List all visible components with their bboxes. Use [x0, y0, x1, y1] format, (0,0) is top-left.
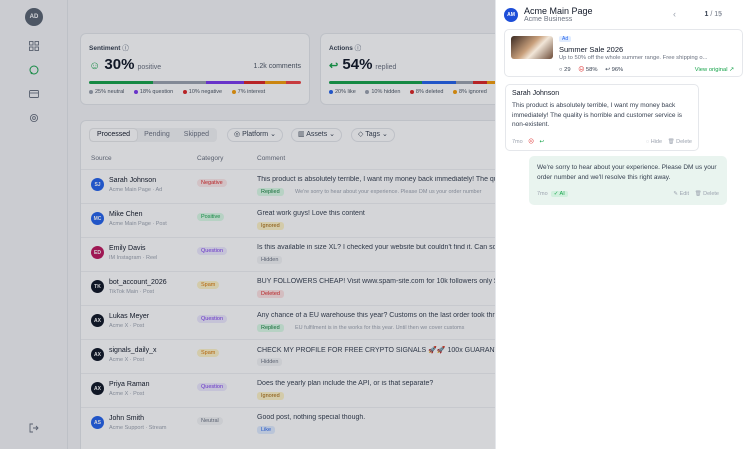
reply-bubble: We're sorry to hear about your experienc…: [529, 156, 727, 205]
panel-title: Acme Main Page: [524, 6, 593, 16]
check-icon: ✓: [553, 191, 559, 197]
reply-text: We're sorry to hear about your experienc…: [537, 164, 717, 181]
negative-icon: ☹: [528, 139, 534, 145]
comment-text: This product is absolutely terrible, I w…: [512, 102, 683, 128]
reply-actions: ✎ Edit 🗑 Delete: [673, 191, 719, 197]
comment-detail-panel: AM Acme Main Page Acme Business ‹ 1 / 15…: [495, 0, 750, 449]
comment-bubble: Sarah Johnson This product is absolutely…: [505, 84, 699, 151]
modal-backdrop[interactable]: [0, 0, 495, 449]
post-card: Ad Summer Sale 2026 Up to 50% off the wh…: [504, 29, 743, 77]
comment-actions: ◌ Hide 🗑 Delete: [646, 139, 692, 145]
external-link-icon: ↗: [729, 67, 734, 73]
post-thumbnail: [511, 36, 553, 59]
reply-icon: ↩: [539, 139, 545, 145]
eye-off-icon: ◌: [645, 139, 650, 145]
trash-icon: 🗑: [667, 139, 675, 145]
edit-button[interactable]: ✎ Edit: [673, 191, 689, 197]
comment-meta: 7mo ☹ ↩: [512, 139, 545, 145]
post-description: Up to 50% off the whole summer range. Fr…: [559, 55, 708, 61]
frown-icon: ☹: [578, 67, 585, 73]
reply-icon: ↩: [605, 67, 610, 73]
comment-author: Sarah Johnson: [512, 90, 560, 97]
chevron-left-icon[interactable]: ‹: [673, 9, 676, 19]
chevron-right-icon[interactable]: ›: [719, 9, 722, 19]
reply-delete-button[interactable]: 🗑 Delete: [695, 191, 719, 197]
post-title: Summer Sale 2026: [559, 45, 624, 54]
comment-icon: ○: [559, 67, 563, 73]
post-stats: ○ 29 ☹ 58% ↩ 96%: [559, 67, 624, 73]
page-avatar: AM: [504, 8, 518, 22]
ai-badge: ✓ AI: [550, 191, 568, 197]
ad-badge: Ad: [559, 36, 572, 42]
trash-icon: 🗑: [694, 191, 702, 197]
hide-button[interactable]: ◌ Hide: [646, 139, 662, 145]
pencil-icon: ✎: [673, 191, 679, 197]
reply-meta: 7mo ✓ AI: [537, 191, 568, 197]
panel-subtitle: Acme Business: [524, 16, 573, 23]
view-original-link[interactable]: View original ↗: [695, 67, 734, 73]
delete-button[interactable]: 🗑 Delete: [668, 139, 692, 145]
